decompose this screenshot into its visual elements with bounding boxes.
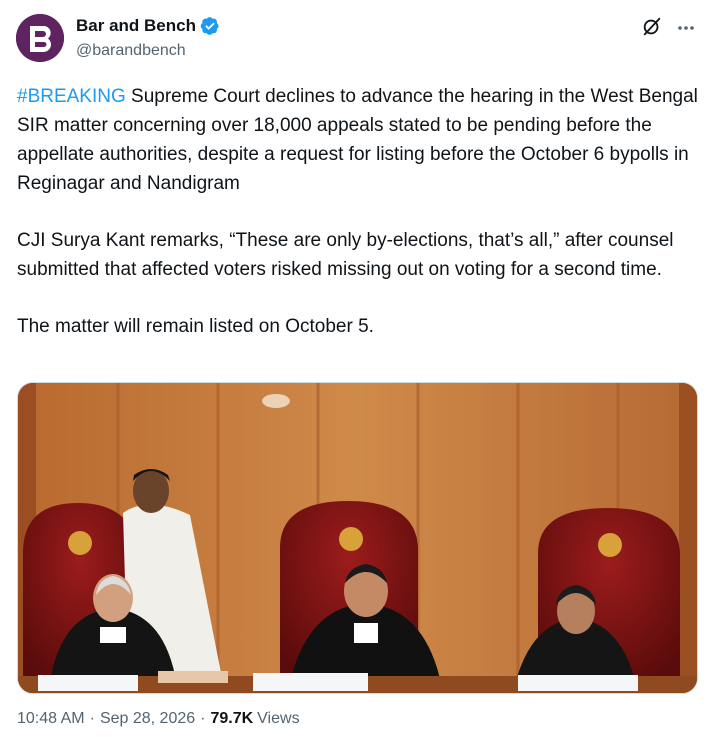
- views-label: Views: [257, 710, 300, 727]
- tweet-meta: 10:48 AM · Sep 28, 2026 · 79.7K Views: [17, 710, 300, 728]
- views-count[interactable]: 79.7K: [210, 710, 253, 728]
- tweet-text: #BREAKING Supreme Court declines to adva…: [17, 82, 703, 341]
- tweet-date[interactable]: Sep 28, 2026: [100, 710, 195, 728]
- tweet-time[interactable]: 10:48 AM: [17, 710, 85, 728]
- tweet-paragraph-1: #BREAKING Supreme Court declines to adva…: [17, 82, 703, 198]
- brand-logo-icon: [16, 14, 64, 62]
- author-handle[interactable]: @barandbench: [76, 42, 186, 60]
- grok-icon[interactable]: [641, 16, 663, 38]
- hashtag-link[interactable]: #BREAKING: [17, 86, 126, 107]
- author-name-row[interactable]: Bar and Bench: [76, 16, 220, 36]
- meta-separator-2: ·: [200, 710, 206, 727]
- avatar[interactable]: [16, 14, 64, 62]
- author-display-name[interactable]: Bar and Bench: [76, 16, 196, 36]
- tweet-paragraph-3: The matter will remain listed on October…: [17, 316, 374, 337]
- verified-badge-icon: [200, 17, 219, 35]
- tweet-paragraph-2: CJI Surya Kant remarks, “These are only …: [17, 230, 674, 280]
- courtroom-photo: [18, 383, 697, 693]
- tweet-media-image[interactable]: [17, 382, 698, 694]
- more-icon[interactable]: [676, 18, 696, 38]
- meta-separator: ·: [89, 710, 95, 727]
